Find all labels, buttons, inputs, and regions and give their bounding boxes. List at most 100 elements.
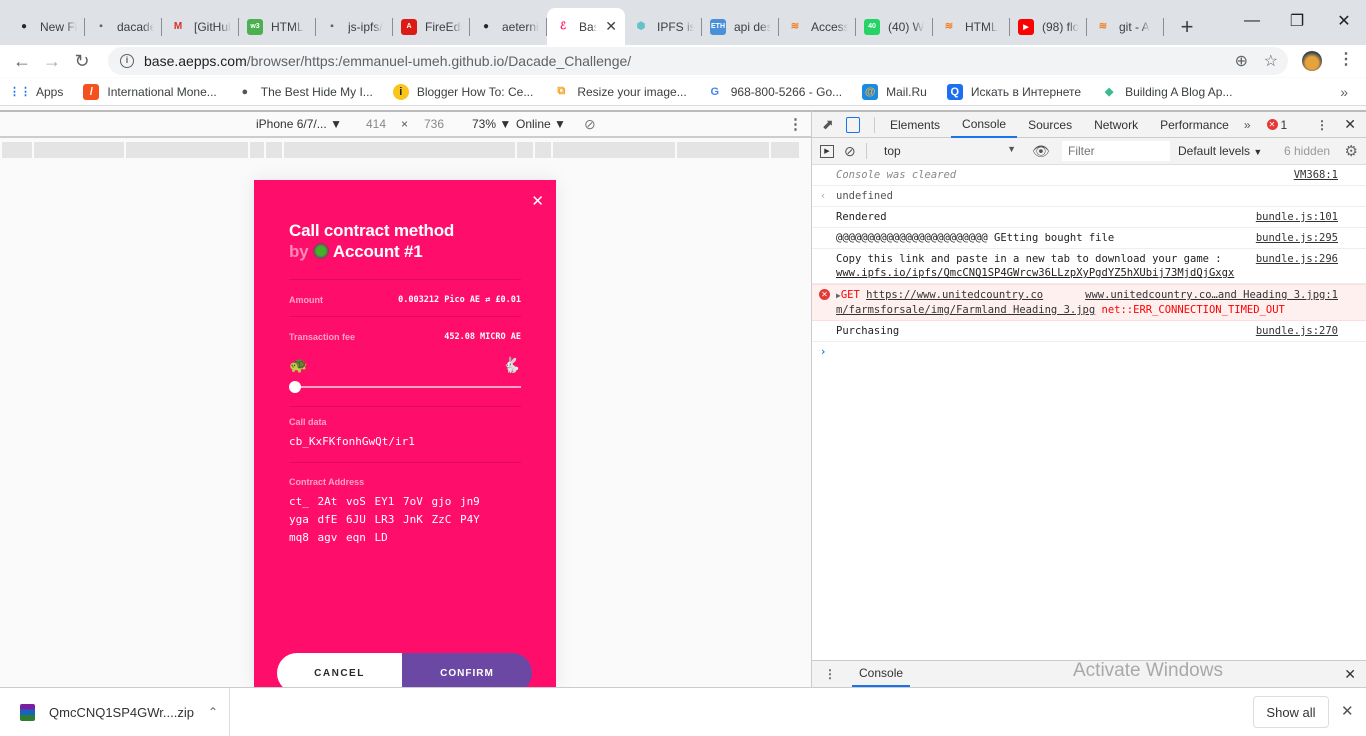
console-prompt[interactable]: › [812,342,1366,358]
browser-tab[interactable]: ● aeterni [470,10,547,43]
close-devtools-icon[interactable]: ✕ [1344,116,1356,133]
context-select[interactable]: top ▼ [884,144,1016,158]
fee-slider-track[interactable] [294,386,521,388]
log-source-link[interactable]: bundle.js:270 [1256,324,1338,338]
devtools-tab-performance[interactable]: Performance [1149,112,1240,138]
browser-tab[interactable]: ⬢ IPFS is [625,10,702,43]
devtools-tab-elements[interactable]: Elements [879,112,951,138]
browser-tab[interactable]: ≋ HTML [933,10,1010,43]
stackoverflow-icon: ≋ [1098,21,1108,32]
cancel-button[interactable]: CANCEL [277,653,402,689]
add-icon[interactable]: ⊕ [1235,51,1248,71]
bookmark-item[interactable]: G 968-800-5266 - Go... [707,84,842,100]
new-tab-button[interactable]: + [1174,14,1200,40]
width-input[interactable]: 414 [366,117,386,131]
forward-button[interactable]: → [37,46,67,76]
restore-button[interactable]: ❐ [1277,6,1317,36]
clear-console-icon[interactable]: ⊘ [844,143,856,160]
log-source-link[interactable]: bundle.js:101 [1256,210,1338,224]
bookmark-item[interactable]: @ Mail.Ru [862,83,927,100]
close-drawer-icon[interactable]: ✕ [1344,666,1356,683]
zoom-select[interactable]: 73% ▼ [472,117,511,131]
star-icon[interactable]: ☆ [1264,51,1278,71]
profile-avatar[interactable] [1302,51,1322,71]
filter-input[interactable] [1062,141,1170,161]
device-select[interactable]: iPhone 6/7/... ▼ [256,117,342,131]
account-identicon-icon [312,243,329,259]
request-url-cont[interactable]: m/farmsforsale/img/Farmland Heading 3.jp… [836,304,1095,316]
reload-button[interactable]: ↻ [67,46,97,76]
eye-icon[interactable]: 👁 [1032,143,1050,160]
device-toggle-icon[interactable] [846,116,860,133]
sidebar-toggle-icon[interactable]: ▶ [820,144,834,158]
drawer-menu-icon[interactable]: ⋮ [824,667,836,681]
chevron-up-icon[interactable]: ⌃ [208,705,218,719]
log-source-link[interactable]: www.unitedcountry.co…and Heading 3.jpg:1 [1085,288,1338,302]
close-modal-icon[interactable]: ✕ [531,192,544,210]
bookmark-item[interactable]: ⋮⋮ Apps [9,84,63,100]
browser-tab[interactable]: ● New Fi [8,10,85,43]
more-bookmarks-icon[interactable]: » [1340,84,1348,100]
bookmark-item[interactable]: / International Mone... [83,83,217,100]
minimize-button[interactable]: — [1232,6,1272,36]
browser-tab[interactable]: 40 (40) W [856,10,933,43]
browser-tab[interactable]: ▪ js-ipfs/ [316,10,393,43]
close-downloads-icon[interactable]: ✕ [1341,702,1354,720]
console-drawer: ⋮ Console ✕ [811,660,1366,687]
close-window-button[interactable]: ✕ [1324,6,1364,36]
menu-kebab-icon[interactable]: ⋮ [1338,49,1354,69]
log-text: Console was cleared [836,169,957,181]
ipfs-link[interactable]: www.ipfs.io/ipfs/QmcCNQ1SP4GWrcw36LLzpXy… [836,266,1338,280]
browser-tab[interactable]: ▶ (98) flo [1010,10,1087,43]
log-source-link[interactable]: VM368:1 [1294,168,1338,182]
levels-select[interactable]: Default levels ▼ [1178,144,1262,158]
close-tab-icon[interactable]: ✕ [605,18,617,35]
browser-tab[interactable]: ≋ Access [779,10,856,43]
request-url[interactable]: https://www.unitedcountry.co [866,289,1043,301]
rotate-icon[interactable]: ⊘ [584,116,596,133]
arrow-right-icon: → [43,50,61,71]
settings-gear-icon[interactable]: ⚙ [1345,142,1358,160]
drawer-tab-console[interactable]: Console [852,661,911,687]
browser-tab[interactable]: ≋ git - A [1087,10,1164,43]
device-menu-icon[interactable]: ⋮ [788,115,803,133]
browser-tab[interactable]: w3 HTML [239,10,316,43]
browser-tab[interactable]: M [GitHub [162,10,239,43]
devtools-tab-network[interactable]: Network [1083,112,1149,138]
address-bar[interactable]: i base.aepps.com/browser/https:/emmanuel… [108,47,1288,75]
github-icon: ● [482,21,490,32]
devtools-tab-console[interactable]: Console [951,112,1018,138]
height-input[interactable]: 736 [424,117,444,131]
fee-slider-thumb[interactable] [289,381,301,393]
browser-tab[interactable]: A FireEdi [393,10,470,43]
log-source-link[interactable]: bundle.js:295 [1256,231,1338,245]
tab-strip: ● New Fi ▪ dacade M [GitHub w3 HTML ▪ js-ipfs/A Fi… [8,8,1200,45]
dropdown-icon: ▼ [499,117,512,131]
angular-icon: A [401,18,417,35]
confirm-button[interactable]: CONFIRM [402,653,532,689]
download-item[interactable]: QmcCNQ1SP4GWr....zip ⌃ [0,688,230,736]
contract-address-line: yga dfE 6JU LR3 JnK ZzC P4Y [289,513,480,526]
w3schools-icon: w3 [247,18,263,35]
bookmark-item[interactable]: i Blogger How To: Ce... [392,83,533,100]
bookmark-item[interactable]: ◆ Building A Blog Ap... [1101,84,1233,100]
show-all-button[interactable]: Show all [1253,696,1329,728]
bookmark-item[interactable]: ⧉ Resize your image... [553,84,686,100]
bookmark-item[interactable]: ● The Best Hide My I... [237,84,372,100]
back-button[interactable]: ← [7,46,37,76]
info-icon[interactable]: i [120,54,134,68]
log-source-link[interactable]: bundle.js:296 [1256,252,1338,266]
browser-tab[interactable]: ℰ Bas ✕ [547,8,625,45]
network-select[interactable]: Online ▼ [516,117,566,131]
devtools-tab-sources[interactable]: Sources [1017,112,1083,138]
error-counter[interactable]: ✕ 1 [1266,118,1287,132]
more-tabs-icon[interactable]: » [1244,118,1251,132]
inspect-element-icon[interactable]: ⬈ [822,116,842,133]
device-name: iPhone 6/7/... [256,117,327,131]
browser-tab[interactable]: ▪ dacade [85,10,162,43]
media-query-bar[interactable] [2,142,808,158]
browser-tab[interactable]: ETH api des [702,10,779,43]
bookmark-label: Resize your image... [577,84,687,99]
devtools-menu-icon[interactable]: ⋮ [1316,118,1328,132]
bookmark-item[interactable]: Q Искать в Интернете [946,83,1081,100]
